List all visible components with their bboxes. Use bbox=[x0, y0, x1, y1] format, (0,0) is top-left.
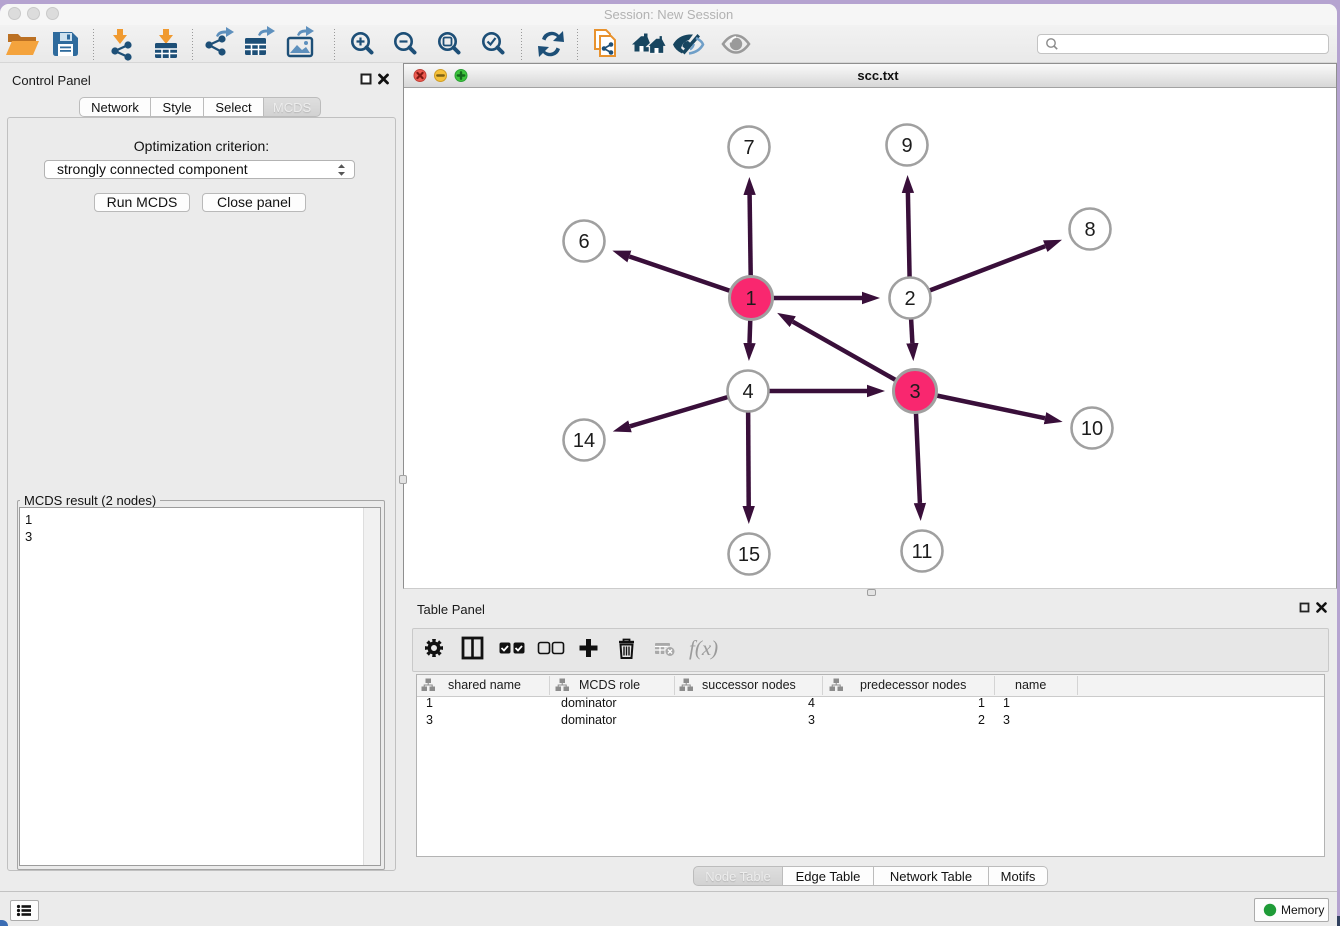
svg-text:15: 15 bbox=[738, 544, 760, 566]
svg-text:8: 8 bbox=[1084, 219, 1095, 241]
svg-text:14: 14 bbox=[573, 430, 595, 452]
svg-text:2: 2 bbox=[904, 288, 915, 310]
svg-text:9: 9 bbox=[901, 135, 912, 157]
svg-text:11: 11 bbox=[912, 541, 933, 563]
svg-text:6: 6 bbox=[578, 231, 589, 253]
svg-text:7: 7 bbox=[743, 137, 754, 159]
svg-text:10: 10 bbox=[1081, 418, 1103, 440]
svg-text:1: 1 bbox=[745, 288, 756, 310]
svg-text:f(x): f(x) bbox=[689, 636, 718, 660]
svg-text:4: 4 bbox=[742, 381, 753, 403]
svg-text:3: 3 bbox=[909, 381, 920, 403]
